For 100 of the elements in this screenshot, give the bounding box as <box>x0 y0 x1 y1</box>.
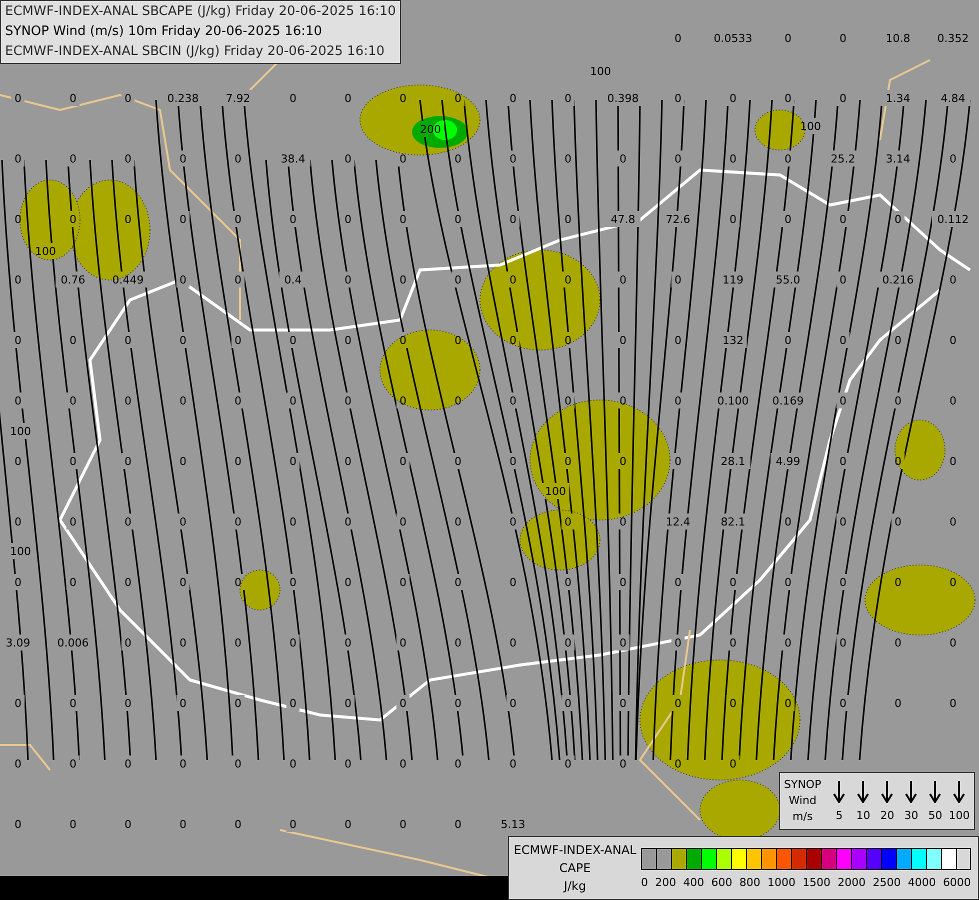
cape-value: 82.1 <box>720 516 746 528</box>
cape-value: 0 <box>564 636 572 650</box>
cape-value: 0 <box>180 576 186 589</box>
cape-value: 0 <box>234 516 242 528</box>
cape-value: 0 <box>950 516 956 528</box>
scale-label: 0 <box>641 876 648 888</box>
scale-label: 2500 <box>872 876 901 888</box>
cape-value: 0 <box>180 636 186 650</box>
cape-value: 0 <box>234 576 242 589</box>
cape-value: 0 <box>290 697 296 710</box>
cape-value: 0 <box>290 576 296 589</box>
cape-value: 0 <box>950 455 956 468</box>
cape-value: 0 <box>234 334 242 347</box>
cape-value: 0 <box>180 818 186 831</box>
cape-value: 0 <box>70 92 76 105</box>
legend-label: J/kg <box>564 878 586 895</box>
cape-value: 0 <box>400 697 406 710</box>
cape-value: 0 <box>70 818 76 831</box>
cape-value: 0 <box>454 576 462 589</box>
cape-value: 0 <box>14 455 22 468</box>
cape-value: 0 <box>124 334 132 347</box>
cape-value: 0 <box>564 213 572 226</box>
cape-value: 0 <box>344 636 352 650</box>
cape-value: 0 <box>564 274 572 286</box>
cape-value: 0 <box>234 213 242 226</box>
cape-value: 0 <box>234 818 242 831</box>
cape-value: 0 <box>70 394 76 408</box>
cape-value: 0 <box>180 758 186 770</box>
cape-value: 0 <box>400 92 406 105</box>
cape-value: 0 <box>674 92 682 105</box>
scale-label: 200 <box>655 876 676 888</box>
cape-value: 0 <box>840 213 846 226</box>
cape-value: 0 <box>674 758 682 770</box>
cape-value: 0 <box>180 274 186 286</box>
cape-value: 0 <box>840 274 846 286</box>
legend-label: ECMWF-INDEX-ANAL <box>514 842 636 859</box>
cape-value: 0 <box>400 576 406 589</box>
title-line: ECMWF-INDEX-ANAL SBCIN (J/kg) Friday 20-06-2025 16:10 <box>5 43 386 61</box>
cape-value: 0 <box>70 576 76 589</box>
cape-value: 0 <box>454 334 462 347</box>
cape-value: 0 <box>400 334 406 347</box>
cape-value: 0 <box>454 455 462 468</box>
speed-label: 100 <box>948 808 970 822</box>
scale-label: 1000 <box>767 876 796 888</box>
cape-value: 0.100 <box>717 394 749 408</box>
cape-value: 0 <box>400 636 406 650</box>
scale-label: 600 <box>711 876 732 888</box>
cape-value: 12.4 <box>666 516 690 528</box>
cape-value: 0 <box>290 334 296 347</box>
cape-value: 119 <box>722 274 744 286</box>
cape-value: 0 <box>400 455 406 468</box>
cape-value: 0 <box>454 92 462 105</box>
cape-value: 0 <box>510 516 516 528</box>
cape-value: 0.0533 <box>714 32 752 45</box>
cape-value: 0 <box>950 152 956 166</box>
speed-label: 5 <box>836 808 843 822</box>
cape-value: 0 <box>180 213 186 226</box>
cape-value: 0 <box>674 636 682 650</box>
cape-value: 0 <box>14 758 22 770</box>
cape-value: 0 <box>234 394 242 408</box>
cape-value: 0 <box>454 274 462 286</box>
speed-label: 50 <box>928 808 942 822</box>
cape-value: 0 <box>344 576 352 589</box>
cape-value: 0 <box>564 92 572 105</box>
scale-label: 4000 <box>908 876 936 888</box>
cape-value: 0 <box>784 516 792 528</box>
cape-value: 0 <box>730 758 736 770</box>
arrow-down-icon <box>881 780 894 802</box>
cape-value: 0 <box>564 516 572 528</box>
arrow-down-icon <box>833 780 846 802</box>
cape-value: 0 <box>620 152 626 166</box>
cape-value: 0 <box>344 818 352 831</box>
cape-value: 0 <box>290 516 296 528</box>
cape-value: 0 <box>950 274 956 286</box>
cape-value: 0 <box>950 697 956 710</box>
cape-value: 132 <box>722 334 744 347</box>
title-line: SYNOP Wind (m/s) 10m Friday 20-06-2025 16:10 <box>5 23 324 41</box>
cape-value: 0.398 <box>607 92 639 105</box>
cape-value: 0 <box>124 516 132 528</box>
cape-value: 0 <box>290 92 296 105</box>
cape-value: 0 <box>730 92 736 105</box>
speed-label: 20 <box>880 808 894 822</box>
cape-value: 0.112 <box>937 213 969 226</box>
cape-value: 0 <box>840 636 846 650</box>
scale-label: 400 <box>683 876 704 888</box>
cape-value: 0 <box>620 636 626 650</box>
cape-value: 1.34 <box>886 92 910 105</box>
cape-value: 0 <box>344 516 352 528</box>
cape-value: 0 <box>344 697 352 710</box>
cape-value: 3.09 <box>6 636 30 650</box>
cape-value: 0 <box>894 576 902 589</box>
cape-value: 0 <box>14 152 22 166</box>
cape-value: 0 <box>14 92 22 105</box>
cape-value: 0 <box>70 213 76 226</box>
cape-value: 0 <box>70 516 76 528</box>
cape-value: 7.92 <box>226 92 250 105</box>
cape-value: 0 <box>344 92 352 105</box>
cape-value: 0 <box>290 455 296 468</box>
cape-value: 0 <box>840 334 846 347</box>
cape-value: 0 <box>894 636 902 650</box>
